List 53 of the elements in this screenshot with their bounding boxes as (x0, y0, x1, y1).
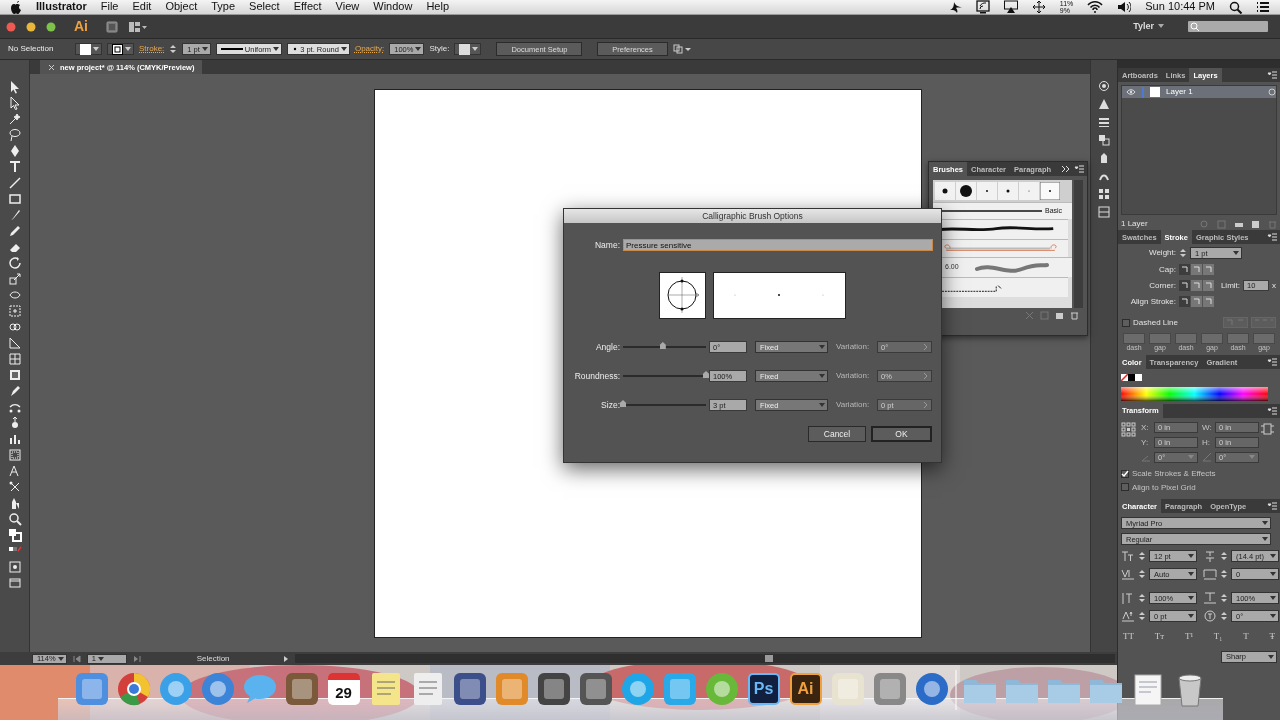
menu-item[interactable]: Type (211, 0, 236, 14)
menu-item[interactable]: Select (249, 0, 280, 14)
app-icon[interactable]: Ps (747, 673, 780, 705)
dialog-button[interactable]: OK (871, 426, 932, 442)
field-label: Cap: (1158, 264, 1176, 275)
type-style-button[interactable]: Ŧ (1269, 631, 1275, 642)
checkbox-label: Scale Strokes & Effects (1132, 469, 1216, 479)
stroke-link[interactable]: Stroke: (139, 44, 165, 54)
style-label: Style: (429, 44, 450, 54)
field-label: Align Stroke: (1129, 296, 1176, 307)
layer-row[interactable]: Layer 1 (1122, 86, 1276, 98)
layer-count: 1 Layer (1121, 219, 1149, 229)
menu-item[interactable]: Object (165, 0, 198, 14)
field-label: W: (1202, 422, 1212, 433)
type-style-button[interactable]: TT (1123, 631, 1134, 642)
menu-item[interactable]: Effect (293, 0, 322, 14)
app-logo: Ai (74, 18, 88, 35)
name-field[interactable]: Pressure sensitive (623, 239, 933, 251)
field-label: Angle: (594, 341, 620, 353)
checkbox-label: Align to Pixel Grid (1132, 482, 1196, 493)
user-menu[interactable]: Tyler (1127, 20, 1170, 33)
field-label: Y: (1141, 437, 1150, 448)
menu-item[interactable]: File (100, 0, 119, 14)
field-label: Size: (600, 399, 620, 411)
field-label: X: (1141, 422, 1150, 433)
field-label: Name: (593, 239, 620, 251)
field-label: Variation: (836, 371, 871, 381)
type-style-button[interactable]: T¹ (1184, 631, 1194, 642)
field-label: Variation: (836, 342, 871, 352)
app-icon[interactable]: Ai (789, 673, 822, 705)
clock[interactable]: Sun 10:44 PM (1145, 0, 1215, 14)
field-label: Limit: (1220, 280, 1241, 291)
menu-item[interactable]: Window (373, 0, 413, 14)
opacity-link[interactable]: Opacity: (354, 44, 385, 54)
menu-item[interactable]: Edit (132, 0, 152, 14)
menu-item[interactable]: View (335, 0, 360, 14)
field-label: Corner: (1148, 280, 1176, 291)
dialog-button[interactable]: Cancel (808, 426, 866, 442)
type-style-button[interactable]: T (1243, 631, 1249, 642)
field-label: H: (1202, 437, 1211, 448)
menu-item[interactable]: Help (426, 0, 449, 14)
unit-label: x (1272, 280, 1276, 291)
field-label: Variation: (836, 400, 871, 410)
field-label: Roundness: (573, 370, 620, 382)
type-style-button[interactable]: T₁ (1213, 631, 1223, 642)
menu-title[interactable]: Illustrator (36, 0, 87, 14)
field-label: Weight: (1148, 248, 1176, 258)
selection-label: No Selection (8, 44, 55, 54)
calendar-icon[interactable]: 29 (327, 673, 360, 705)
checkbox-label: Dashed Line (1133, 317, 1179, 328)
dialog-title: Calligraphic Brush Options (564, 209, 941, 223)
type-style-button[interactable]: Tт (1154, 631, 1165, 642)
status-text: Selection (196, 653, 231, 664)
